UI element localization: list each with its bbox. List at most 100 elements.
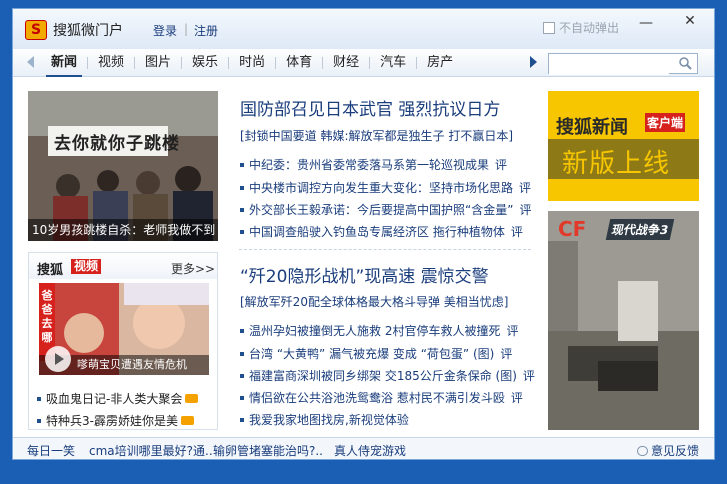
game-title: 现代战争3 <box>605 219 675 240</box>
news-item[interactable]: 温州孕妇被撞倒无人施救 2村官停车救人被撞死评 <box>240 322 518 339</box>
nav-scroll-right-icon[interactable] <box>530 56 537 68</box>
news-item[interactable]: 中纪委：贵州省委常委落马系第一轮巡视成果评 <box>240 156 507 173</box>
news-item-title[interactable]: 中国调查船驶入钓鱼岛专属经济区 拖行种植物体 <box>249 223 505 240</box>
news-item[interactable]: 中国调查船驶入钓鱼岛专属经济区 拖行种植物体评 <box>240 223 523 240</box>
play-icon[interactable] <box>45 346 71 372</box>
comment-link[interactable]: 评 <box>519 179 531 196</box>
bullet-icon <box>240 185 244 190</box>
game-ad-scene <box>548 211 699 430</box>
news-item[interactable]: 台湾 “大黄鸭” 漏气被充爆 变成 “荷包蛋” (图) 评 <box>240 345 512 362</box>
search-box[interactable] <box>548 53 698 75</box>
search-input[interactable] <box>549 55 669 75</box>
sohu-logo-icon: S <box>25 20 47 40</box>
title-bar[interactable]: S 搜狐微门户 登录 | 注册 不自动弹出 — ✕ <box>13 9 714 49</box>
bullet-icon <box>37 396 41 401</box>
app-window: S 搜狐微门户 登录 | 注册 不自动弹出 — ✕ 新闻 视频 图片 娱乐 时尚 体育 财经… <box>12 8 715 460</box>
video-camera-icon <box>185 394 199 403</box>
footer-link[interactable]: 真人侍宠游戏 <box>334 442 406 459</box>
register-link[interactable]: 注册 <box>194 22 218 39</box>
footer-bar: 每日一笑 cma培训哪里最好?通.. 输卵管堵塞能治吗?.. 真人侍宠游戏 意见… <box>13 437 714 459</box>
news-item[interactable]: 福建富商深圳被同乡绑架 交185公斤金条保命 (图) 评 <box>240 367 535 384</box>
comment-link[interactable]: 评 <box>523 367 535 384</box>
video-list-item[interactable]: 吸血鬼日记-非人类大聚会 <box>37 390 199 407</box>
news-item-title[interactable]: 情侣欲在公共浴池洗鸳鸯浴 惹村民不满引发斗殴 <box>249 389 505 406</box>
headline-1[interactable]: 国防部召见日本武官 强烈抗议日方 <box>240 95 500 120</box>
login-link[interactable]: 登录 <box>153 22 177 39</box>
video-panel: 搜狐 视频 更多>> 爸爸去哪 嗲萌宝贝遭遇友情危机 吸血鬼日记-非人类大聚会 … <box>28 252 218 430</box>
tab-7[interactable]: 汽车 <box>370 53 416 73</box>
bullet-icon <box>240 207 244 212</box>
news-item[interactable]: 情侣欲在公共浴池洗鸳鸯浴 惹村民不满引发斗殴评 <box>240 389 523 406</box>
search-icon[interactable] <box>679 57 692 70</box>
sohu-news-client-ad[interactable]: 搜狐新闻 客户端 新版上线 <box>548 91 699 201</box>
news-item-title[interactable]: 外交部长王毅承诺：今后要提高中国护照“含金量” <box>249 201 513 218</box>
video-item-title[interactable]: 吸血鬼日记-非人类大聚会 <box>46 390 182 407</box>
ad-client-tag: 客户端 <box>645 113 686 132</box>
news-item-title[interactable]: 台湾 “大黄鸭” 漏气被充爆 变成 “荷包蛋” (图) <box>249 345 494 362</box>
bullet-icon <box>37 418 41 423</box>
minimize-button[interactable]: — <box>633 15 659 35</box>
tab-5[interactable]: 体育 <box>276 53 322 73</box>
news-item[interactable]: 我爱我家地图找房,新视觉体验 <box>240 411 415 428</box>
section-divider <box>239 249 531 250</box>
video-thumbnail[interactable]: 爸爸去哪 嗲萌宝贝遭遇友情危机 <box>39 283 209 375</box>
hero-caption[interactable]: 10岁男孩跳楼自杀：老师我做不到 <box>28 219 218 241</box>
feedback-bubble-icon <box>637 445 648 456</box>
bullet-icon <box>240 328 244 333</box>
feedback-link[interactable]: 意见反馈 <box>637 442 699 459</box>
video-item-title[interactable]: 特种兵3-霹雳娇娃你是美 <box>46 412 178 429</box>
tab-3[interactable]: 娱乐 <box>182 53 228 73</box>
nav-scroll-left-icon[interactable] <box>27 56 34 68</box>
comment-link[interactable]: 评 <box>519 201 531 218</box>
comment-link[interactable]: 评 <box>506 322 518 339</box>
news-item-title[interactable]: 温州孕妇被撞倒无人施救 2村官停车救人被撞死 <box>249 322 500 339</box>
hero-news-image[interactable]: 去你就你子跳楼 10岁男孩跳楼自杀：老师我做不到 <box>28 91 218 241</box>
close-button[interactable]: ✕ <box>677 13 703 35</box>
bullet-icon <box>240 351 244 356</box>
category-nav: 新闻 视频 图片 娱乐 时尚 体育 财经 汽车 房产 <box>13 49 714 77</box>
footer-link[interactable]: 每日一笑 <box>27 442 75 459</box>
hero-banner-text: 去你就你子跳楼 <box>54 134 180 154</box>
tab-0[interactable]: 新闻 <box>41 53 87 77</box>
bullet-icon <box>240 395 244 400</box>
video-more-link[interactable]: 更多>> <box>171 260 215 277</box>
news-item-title[interactable]: 中纪委：贵州省委常委落马系第一轮巡视成果 <box>249 156 489 173</box>
news-item-title[interactable]: 中央楼市调控方向发生重大变化：坚持市场化思路 <box>249 179 513 196</box>
bullet-icon <box>240 162 244 167</box>
comment-link[interactable]: 评 <box>511 223 523 240</box>
ad-slogan: 新版上线 <box>562 149 671 179</box>
auto-popup-option[interactable]: 不自动弹出 <box>543 19 619 36</box>
game-ad[interactable]: CF 现代战争3 <box>548 211 699 430</box>
app-title: 搜狐微门户 <box>53 23 123 39</box>
feedback-label[interactable]: 意见反馈 <box>651 442 699 459</box>
news-item-title[interactable]: 福建富商深圳被同乡绑架 交185公斤金条保命 (图) <box>249 367 517 384</box>
comment-link[interactable]: 评 <box>495 156 507 173</box>
video-list-item[interactable]: 特种兵3-霹雳娇娃你是美 <box>37 412 194 429</box>
game-logo: CF <box>558 217 587 241</box>
auto-popup-label: 不自动弹出 <box>559 21 620 35</box>
ad-brand: 搜狐新闻 <box>556 117 628 138</box>
headline-2[interactable]: “歼20隐形战机”现高速 震惊交警 <box>240 262 489 287</box>
bullet-icon <box>240 229 244 234</box>
bullet-icon <box>240 373 244 378</box>
tab-6[interactable]: 财经 <box>323 53 369 73</box>
video-brand: 搜狐 <box>37 263 64 278</box>
news-item[interactable]: 中央楼市调控方向发生重大变化：坚持市场化思路评 <box>240 179 531 196</box>
login-register-separator: | <box>184 22 189 36</box>
comment-link[interactable]: 评 <box>500 345 512 362</box>
subheadline-1[interactable]: [封锁中国要道 韩媒:解放军都是独生子 打不赢日本] <box>240 127 513 144</box>
news-item-title[interactable]: 我爱我家地图找房,新视觉体验 <box>249 411 409 428</box>
bullet-icon <box>240 417 244 422</box>
tab-4[interactable]: 时尚 <box>229 53 275 73</box>
video-camera-icon <box>180 416 194 425</box>
video-panel-header: 搜狐 视频 更多>> <box>29 253 217 279</box>
footer-link[interactable]: cma培训哪里最好?通.. <box>89 442 213 459</box>
subheadline-2[interactable]: [解放军歼20配全球体格最大格斗导弹 美相当忧虑] <box>240 293 508 310</box>
news-item[interactable]: 外交部长王毅承诺：今后要提高中国护照“含金量” 评 <box>240 201 531 218</box>
comment-link[interactable]: 评 <box>511 389 523 406</box>
footer-link[interactable]: 输卵管堵塞能治吗?.. <box>213 442 323 459</box>
tab-1[interactable]: 视频 <box>88 53 134 73</box>
tab-2[interactable]: 图片 <box>135 53 181 73</box>
auto-popup-checkbox[interactable] <box>543 21 555 34</box>
tab-8[interactable]: 房产 <box>417 53 463 73</box>
